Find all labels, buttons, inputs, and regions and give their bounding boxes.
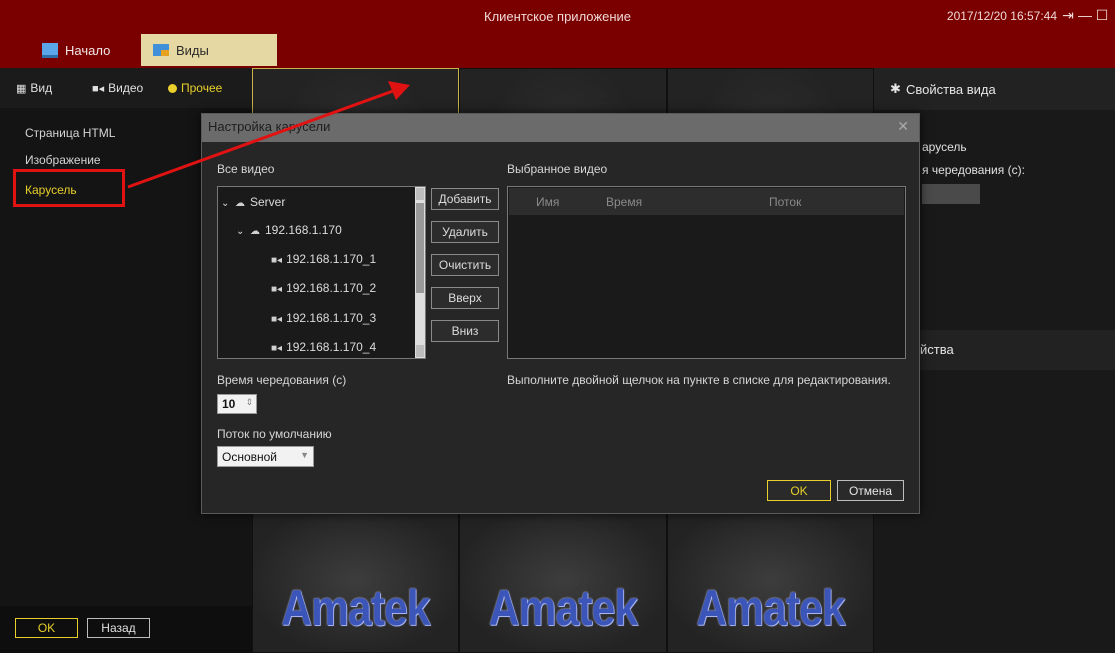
view-cell[interactable]: Amatek (667, 508, 874, 653)
camera-icon: ■◂ (271, 284, 283, 295)
tree-scrollbar[interactable] (415, 187, 425, 358)
selected-video-label: Выбранное видео (507, 162, 608, 176)
selected-video-table[interactable]: Имя Время Поток (507, 186, 906, 359)
grid-icon (153, 44, 169, 56)
tab-home-label: Начало (65, 42, 111, 58)
all-video-label: Все видео (217, 162, 275, 176)
column-header-name: Имя (536, 195, 560, 209)
camera-icon: ■◂ (92, 83, 105, 95)
tree-node-camera[interactable]: ■◂ 192.168.1.170_4 (271, 340, 376, 354)
list-item-image[interactable]: Изображение (25, 153, 101, 167)
monitor-icon (42, 42, 58, 58)
dot-icon (168, 84, 177, 93)
left-tab-other[interactable]: Прочее (168, 81, 222, 95)
grid-icon: ▦ (16, 83, 27, 95)
tree-node-label: Server (250, 195, 286, 209)
view-cell[interactable]: Amatek (459, 508, 667, 653)
properties-title: Свойства вида (906, 82, 996, 97)
cancel-button[interactable]: Отмена (837, 480, 904, 501)
main-tab-bar: Начало Виды (0, 34, 1115, 68)
stepper-arrows-icon[interactable]: ⇕ (245, 397, 253, 408)
scroll-up-arrow[interactable] (416, 188, 424, 200)
server-icon: ☁ (235, 198, 245, 209)
dialog-title-bar[interactable]: Настройка карусели ✕ (202, 114, 919, 142)
left-tab-view[interactable]: ▦ Вид (16, 81, 52, 95)
tree-node-label: 192.168.1.170_4 (286, 340, 377, 354)
table-header: Имя Время Поток (509, 188, 904, 215)
properties-header: ✱ Свойства вида (874, 68, 1115, 110)
chevron-down-icon[interactable]: ⌄ (236, 226, 250, 237)
close-icon[interactable]: ✕ (897, 118, 909, 135)
ok-button[interactable]: OK (767, 480, 831, 501)
camera-icon: ■◂ (271, 255, 283, 266)
gear-icon: ✱ (890, 81, 901, 96)
add-button[interactable]: Добавить (431, 188, 499, 210)
chevron-down-icon[interactable]: ⌄ (221, 198, 235, 209)
tab-home[interactable]: Начало (30, 34, 144, 66)
minimize-icon[interactable]: — (1078, 7, 1092, 23)
list-item-html-page[interactable]: Страница HTML (25, 126, 115, 140)
dialog-title: Настройка карусели (208, 119, 331, 134)
default-stream-label: Поток по умолчанию (217, 427, 332, 441)
move-down-button[interactable]: Вниз (431, 320, 499, 342)
tree-node-label: 192.168.1.170_1 (286, 252, 377, 266)
carousel-settings-dialog: Настройка карусели ✕ Все видео Выбранное… (201, 113, 920, 514)
interval-label: я чередования (с): (922, 163, 1025, 177)
column-header-stream: Поток (769, 195, 802, 209)
title-bar: Клиентское приложение 2017/12/20 16:57:4… (0, 0, 1115, 34)
list-item-carousel[interactable]: Карусель (25, 183, 77, 197)
tree-node-camera[interactable]: ■◂ 192.168.1.170_3 (271, 311, 376, 325)
back-button[interactable]: Назад (87, 618, 150, 638)
tree-node-camera[interactable]: ■◂ 192.168.1.170_1 (271, 252, 376, 266)
left-tab-video-label: Видео (108, 81, 144, 95)
interval-stepper[interactable]: 10 ⇕ (217, 394, 257, 414)
move-up-button[interactable]: Вверх (431, 287, 499, 309)
tree-node-device[interactable]: ⌄ ☁ 192.168.1.170 (236, 223, 342, 237)
tab-views-label: Виды (176, 42, 209, 58)
interval-value: 10 (222, 397, 236, 411)
tree-node-label: 192.168.1.170_3 (286, 311, 377, 325)
tab-views[interactable]: Виды (141, 34, 277, 66)
left-tab-bar: ▦ Вид ■◂ Видео Прочее (0, 68, 252, 108)
delete-button[interactable]: Удалить (431, 221, 499, 243)
view-cell[interactable]: Amatek (252, 508, 459, 653)
brand-logo: Amatek (488, 580, 638, 636)
left-tab-other-label: Прочее (181, 81, 223, 95)
brand-logo: Amatek (281, 580, 430, 636)
default-stream-select[interactable]: Основной ▼ (217, 446, 314, 467)
column-header-time: Время (606, 195, 643, 209)
chevron-down-icon: ▼ (300, 450, 309, 460)
carousel-section-label: арусель (922, 140, 967, 154)
clock: 2017/12/20 16:57:44 (946, 9, 1057, 23)
interval-stepper[interactable] (922, 184, 980, 204)
interval-label: Время чередования (с) (217, 373, 347, 387)
tree-node-label: 192.168.1.170 (265, 223, 342, 237)
left-tab-video[interactable]: ■◂ Видео (92, 81, 143, 95)
ok-button[interactable]: OK (15, 618, 78, 638)
default-stream-value: Основной (222, 450, 278, 464)
video-tree[interactable]: ⌄ ☁ Server ⌄ ☁ 192.168.1.170 ■◂ 192.168.1.170… (217, 186, 426, 359)
scroll-down-arrow[interactable] (416, 345, 424, 357)
logout-icon[interactable]: ⇥ (1061, 7, 1075, 24)
left-tab-view-label: Вид (30, 81, 53, 95)
brand-logo: Amatek (696, 580, 845, 636)
camera-icon: ■◂ (271, 314, 283, 325)
edit-hint: Выполните двойной щелчок на пункте в спи… (507, 373, 891, 387)
camera-icon: ■◂ (271, 343, 283, 354)
clear-button[interactable]: Очистить (431, 254, 499, 276)
tree-node-camera[interactable]: ■◂ 192.168.1.170_2 (271, 281, 376, 295)
server-icon: ☁ (250, 226, 260, 237)
left-bottom-bar: OK Назад (0, 606, 252, 653)
maximize-icon[interactable]: ☐ (1095, 7, 1109, 24)
tree-node-server[interactable]: ⌄ ☁ Server (221, 195, 285, 209)
scroll-thumb[interactable] (416, 203, 424, 293)
tree-node-label: 192.168.1.170_2 (286, 281, 377, 295)
